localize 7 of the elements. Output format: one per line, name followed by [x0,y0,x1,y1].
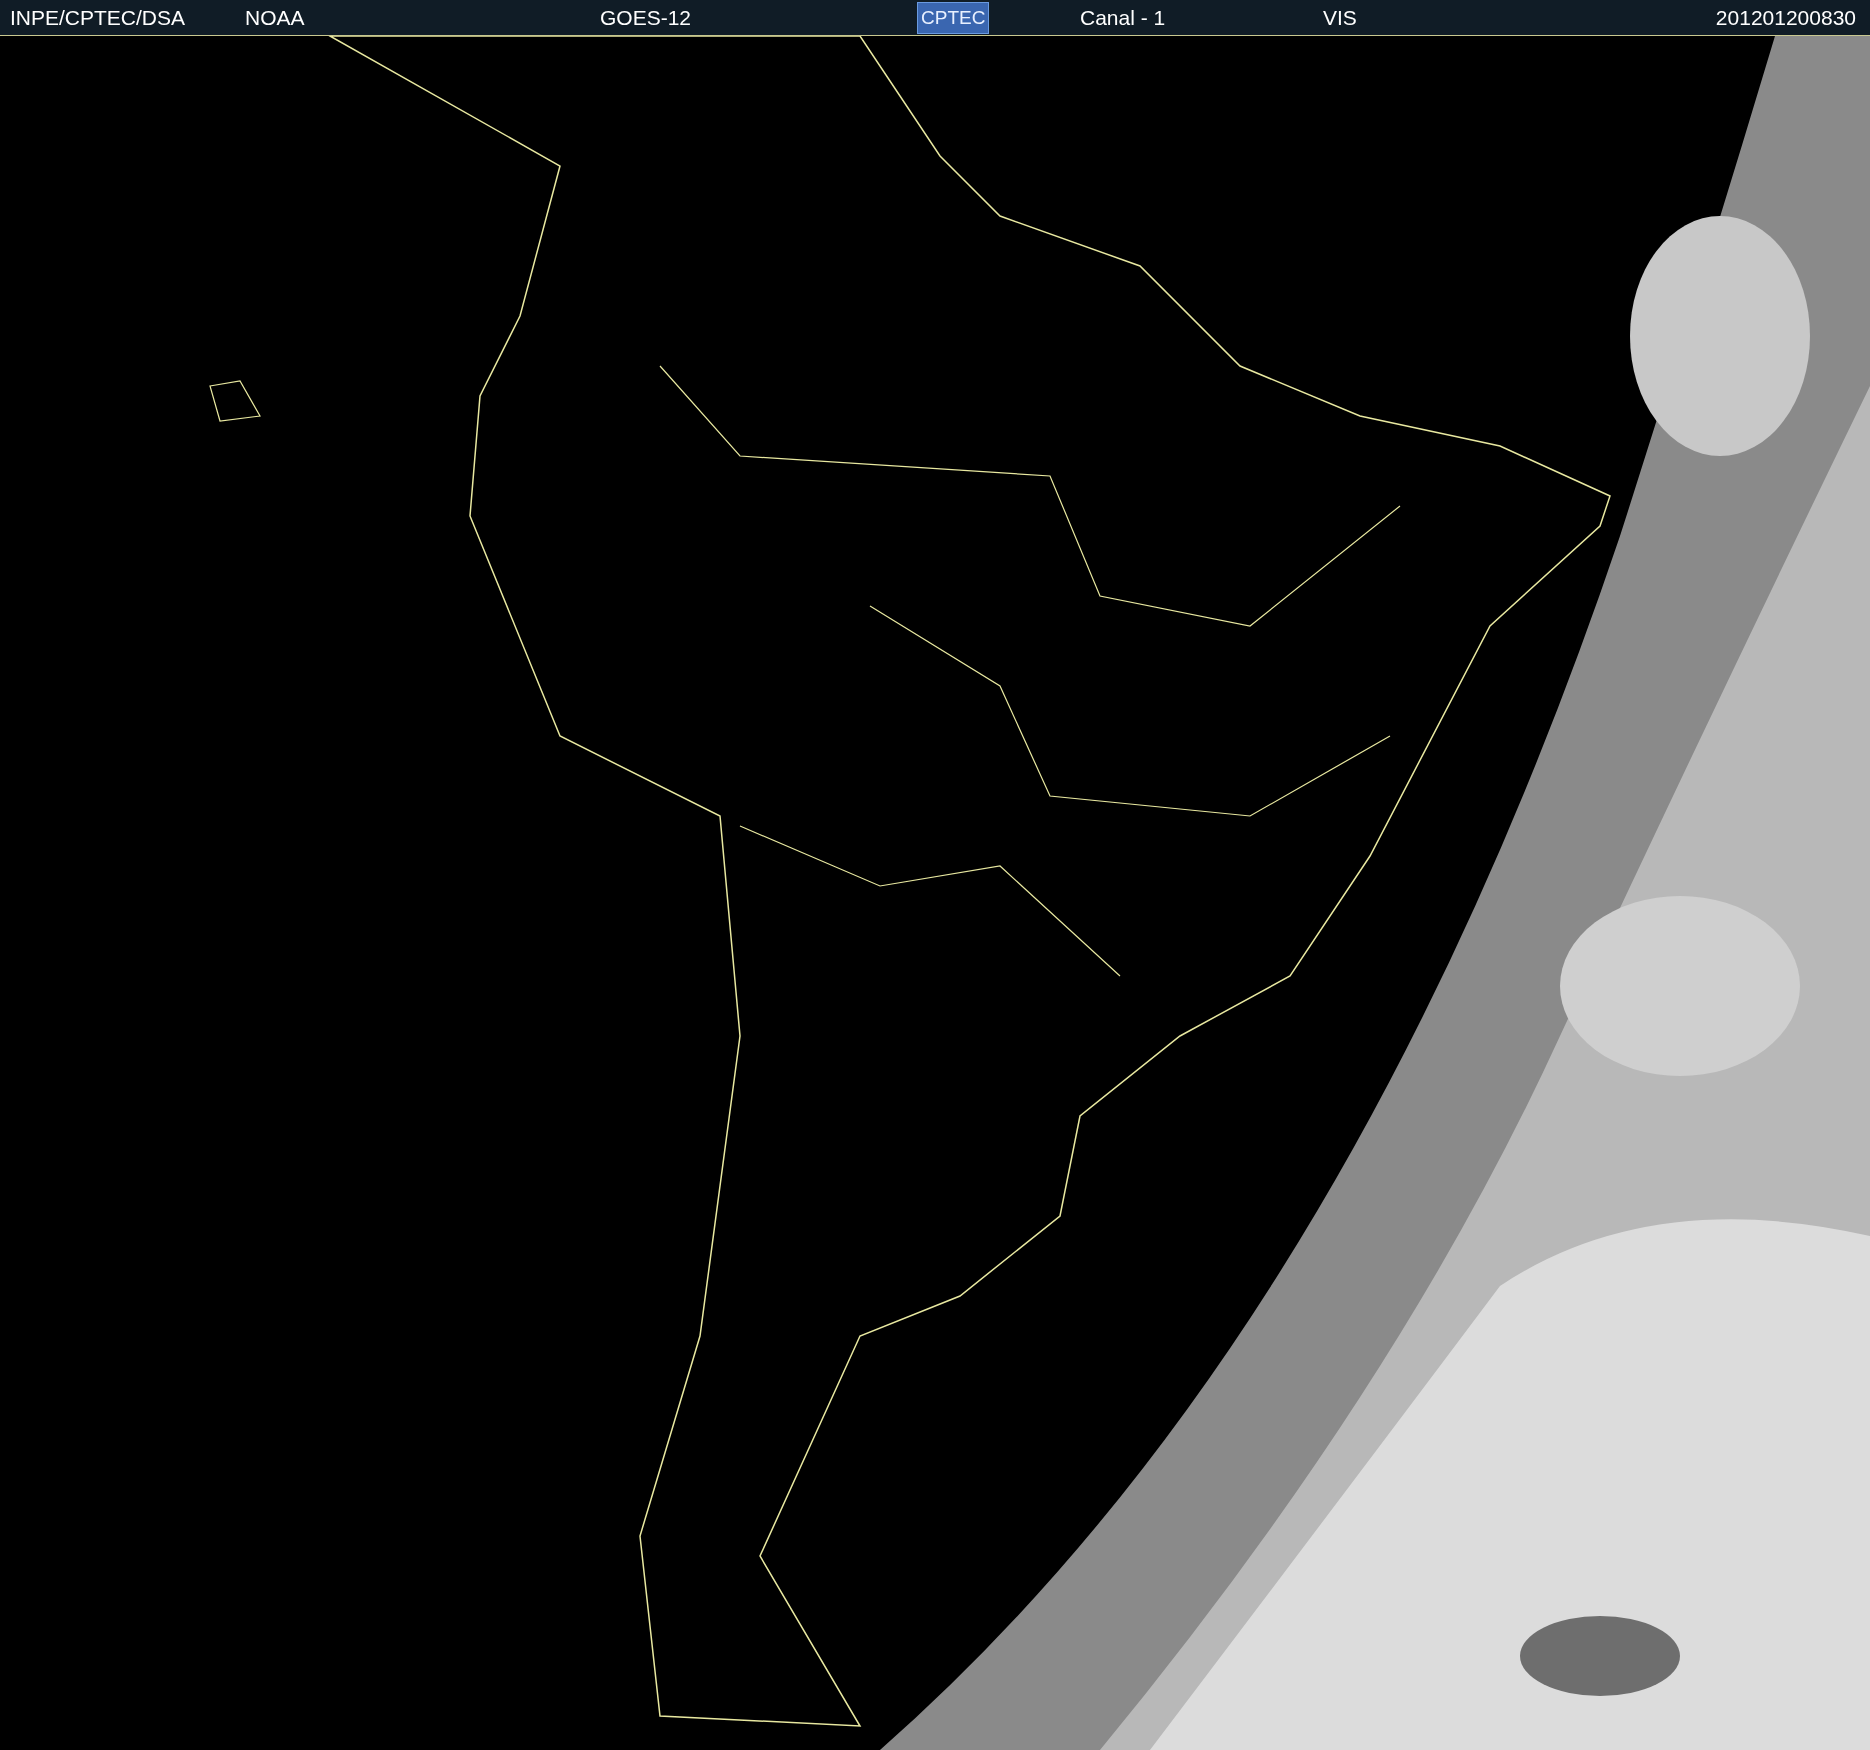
logo: CPTEC [917,2,990,34]
header-label: NOAA [245,5,305,29]
header-label: Canal - 1 [1080,5,1166,29]
header-label: GOES-12 [600,5,692,29]
header-label: INPE/CPTEC/DSA [10,5,186,29]
header-label: VIS [1323,5,1357,29]
timestamp-label: 201201200830 [1715,5,1856,29]
